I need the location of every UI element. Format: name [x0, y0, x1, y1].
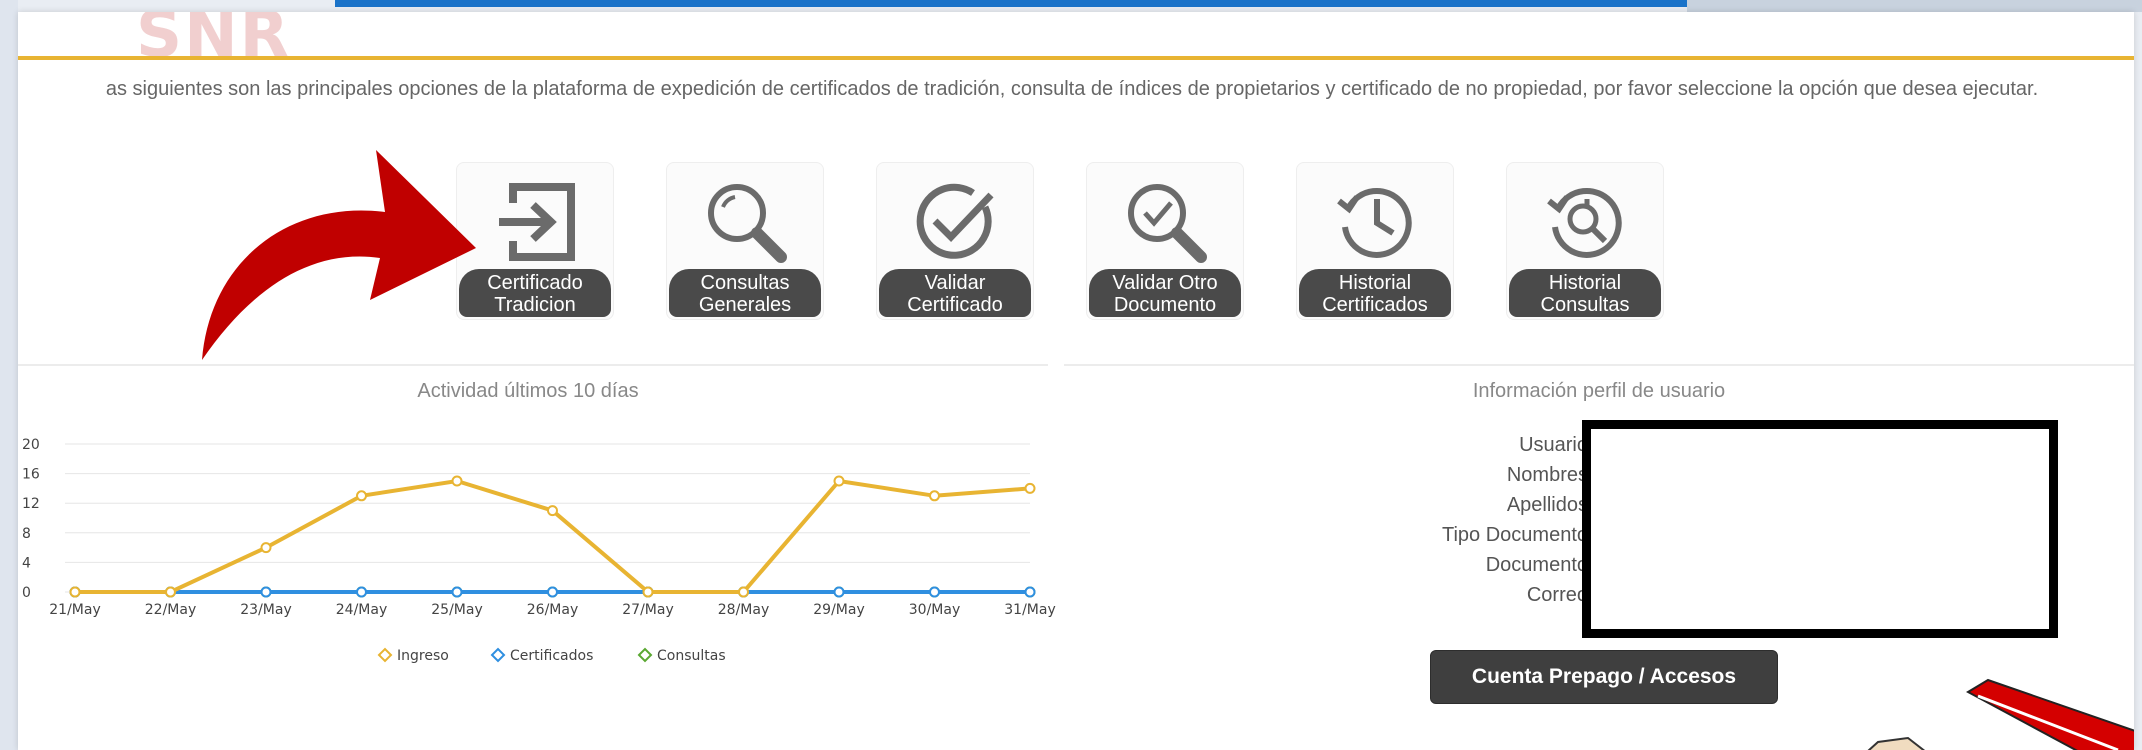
y-tick-label: 4 — [22, 555, 31, 571]
prepaid-account-button[interactable]: Cuenta Prepago / Accesos — [1430, 650, 1778, 704]
label-apellidos: Apellidos — [1506, 494, 1588, 516]
data-point — [833, 586, 845, 598]
data-point — [260, 586, 272, 598]
x-tick-label: 30/May — [909, 602, 960, 618]
redacted-profile-values — [1582, 420, 2058, 638]
check-circle-icon — [916, 183, 994, 259]
logo: SNR — [136, 12, 291, 72]
history-search-icon — [1547, 187, 1622, 258]
data-point — [451, 475, 463, 487]
x-tick-label: 28/May — [718, 602, 769, 618]
legend-item[interactable]: Consultas — [637, 647, 726, 664]
label-tipo-documento: Tipo Documento — [1442, 524, 1588, 546]
data-point — [547, 505, 558, 517]
top-blue-bar — [335, 0, 1687, 7]
tile-validar-otro-documento[interactable]: Validar Otro Documento — [1086, 162, 1244, 320]
x-tick-label: 21/May — [49, 602, 100, 618]
label-nombres: Nombres — [1506, 464, 1588, 486]
pencil-illustration — [1867, 678, 2134, 750]
data-point — [260, 542, 272, 554]
tile-historial-certificados[interactable]: Historial Certificados — [1296, 162, 1454, 320]
x-tick-label: 27/May — [622, 602, 673, 618]
search-icon — [708, 184, 787, 263]
x-tick-label: 25/May — [431, 602, 482, 618]
x-tick-label: 31/May — [1004, 602, 1055, 618]
profile-labels: Usuario Nombres Apellidos Tipo Documento… — [1288, 430, 1588, 610]
data-point — [833, 475, 845, 487]
main-panel: SNR as siguientes son las principales op… — [18, 12, 2134, 750]
x-tick-label: 24/May — [336, 602, 387, 618]
legend-item[interactable]: Ingreso — [377, 647, 449, 664]
tile-label: Consultas Generales — [669, 269, 821, 317]
data-point — [642, 586, 654, 598]
data-point — [356, 586, 367, 598]
x-tick-label: 23/May — [240, 602, 291, 618]
activity-chart-title: Actividad últimos 10 días — [417, 380, 639, 402]
x-tick-label: 29/May — [813, 602, 864, 618]
tile-consultas-generales[interactable]: Consultas Generales — [666, 162, 824, 320]
data-point — [929, 586, 940, 598]
data-point — [1024, 586, 1036, 598]
y-tick-label: 16 — [22, 467, 40, 483]
legend-marker — [377, 647, 393, 663]
tile-validar-certificado[interactable]: Validar Certificado — [876, 162, 1034, 320]
data-point — [547, 586, 558, 598]
section-divider — [18, 364, 1048, 366]
legend-item[interactable]: Certificados — [490, 647, 593, 664]
tile-historial-consultas[interactable]: Historial Consultas — [1506, 162, 1664, 320]
tile-label: Validar Certificado — [879, 269, 1031, 317]
login-arrow-icon — [499, 183, 575, 261]
y-tick-label: 20 — [22, 437, 40, 453]
y-tick-label: 0 — [22, 585, 31, 601]
label-documento: Documento — [1485, 554, 1588, 576]
header-divider — [18, 56, 2134, 60]
tile-label: Validar Otro Documento — [1089, 269, 1241, 317]
data-point — [1024, 482, 1036, 494]
tile-label: Historial Consultas — [1509, 269, 1661, 317]
label-correo: Correo — [1526, 584, 1588, 606]
tile-label: Historial Certificados — [1299, 269, 1451, 317]
left-edge — [0, 0, 18, 750]
series-line — [75, 478, 1031, 594]
section-divider — [1064, 364, 2134, 366]
top-gray-strip — [1687, 0, 2142, 12]
search-check-icon — [1128, 184, 1207, 263]
legend-label: Ingreso — [397, 648, 449, 664]
data-point — [69, 586, 81, 598]
data-point — [165, 586, 176, 598]
activity-chart: 0 4 8 12 16 20 21/May 22/May 23/May 24/May 25/May… — [22, 437, 1056, 664]
x-tick-label: 26/May — [527, 602, 578, 618]
data-point — [929, 490, 940, 502]
intro-text: as siguientes son las principales opcion… — [105, 78, 2039, 100]
legend-marker — [637, 647, 653, 663]
data-point — [451, 586, 463, 598]
data-point — [738, 586, 749, 598]
history-icon — [1337, 187, 1412, 258]
legend-marker — [490, 647, 506, 663]
legend-label: Consultas — [657, 648, 726, 664]
y-tick-label: 12 — [22, 496, 40, 512]
data-point — [356, 490, 367, 502]
y-tick-label: 8 — [22, 526, 31, 542]
curved-arrow-annotation — [202, 150, 476, 360]
profile-section-title: Información perfil de usuario — [1472, 380, 1726, 402]
x-tick-label: 22/May — [145, 602, 196, 618]
label-usuario: Usuario — [1519, 434, 1588, 456]
legend-label: Certificados — [510, 648, 593, 664]
